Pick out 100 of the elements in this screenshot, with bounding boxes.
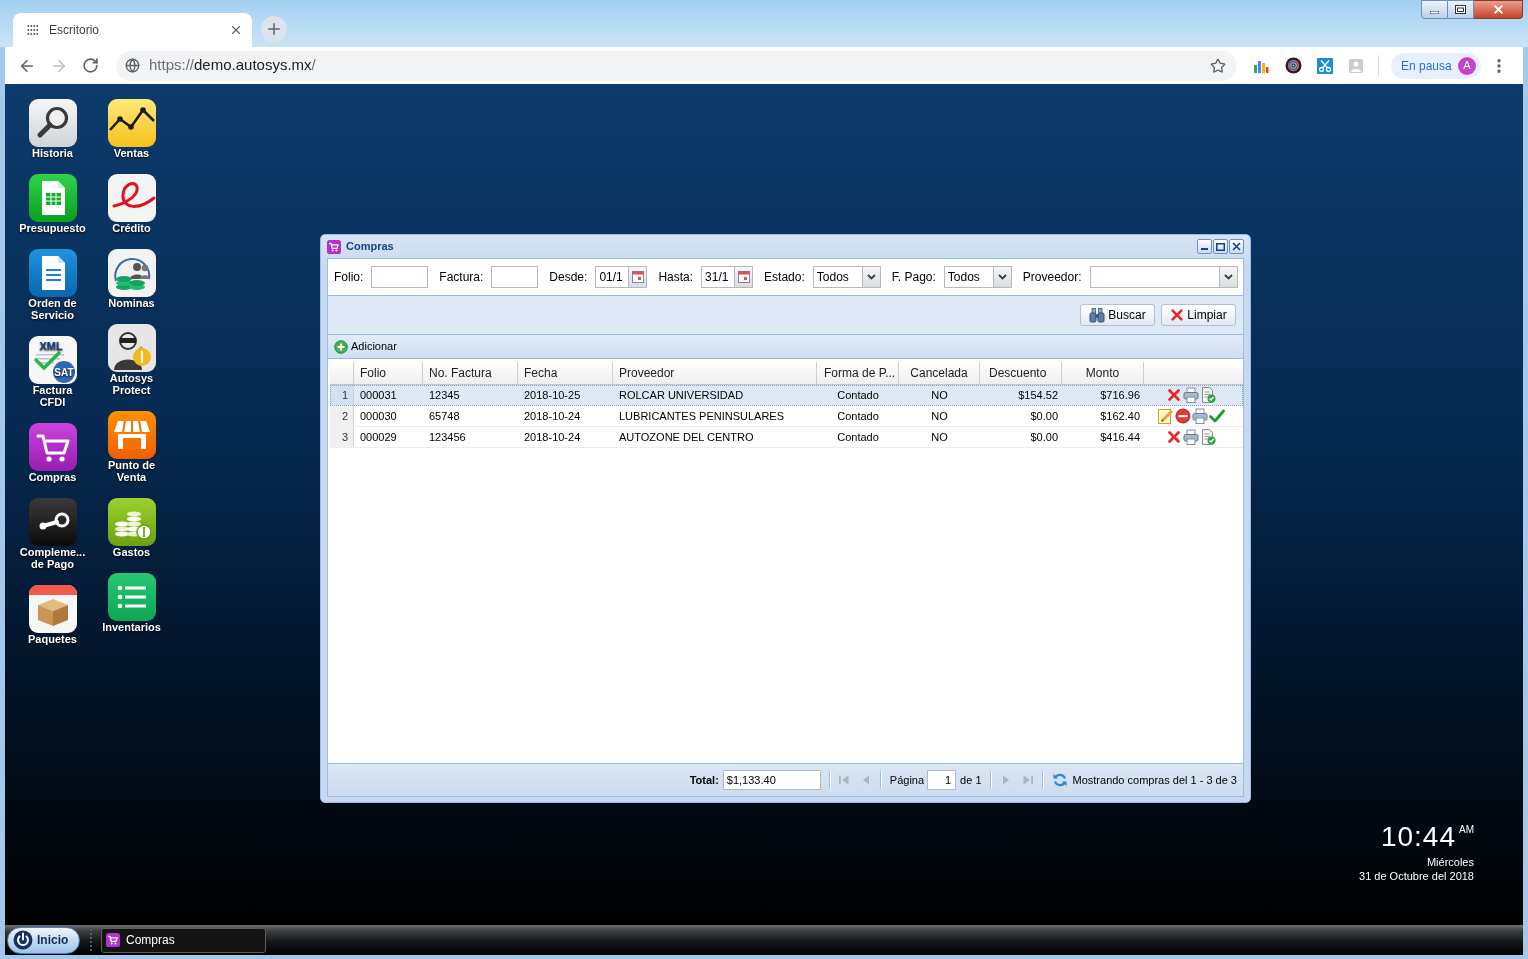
browser-tab[interactable]: Escritorio xyxy=(13,13,252,47)
desktop-shortcut[interactable]: Crédito xyxy=(92,174,171,234)
column-header[interactable]: Monto xyxy=(1062,362,1144,384)
window-title: Compras xyxy=(346,239,394,255)
table-cell-text: $716.96 xyxy=(1099,387,1141,403)
printer-icon[interactable] xyxy=(1183,429,1199,445)
text-field[interactable] xyxy=(371,266,429,288)
desktop-shortcut[interactable]: Orden de Servicio xyxy=(13,249,92,321)
desktop-shortcut[interactable]: Nominas xyxy=(92,249,171,309)
clock-weekday: Miércoles xyxy=(1426,855,1474,869)
document-check-icon[interactable] xyxy=(1200,387,1216,403)
column-header[interactable]: Proveedor xyxy=(613,362,817,384)
cross-icon[interactable] xyxy=(1166,429,1182,445)
desktop-shortcut[interactable]: Inventarios xyxy=(92,573,171,633)
page-field[interactable]: 1 xyxy=(927,770,957,790)
minus-circle-icon[interactable] xyxy=(1174,408,1191,424)
close-tab-button[interactable] xyxy=(229,23,243,37)
table-cell-text: 12345 xyxy=(428,387,461,403)
select-field[interactable]: Todos xyxy=(812,266,863,288)
coin-stacks-icon xyxy=(107,498,156,546)
clear-button[interactable]: Limpiar xyxy=(1161,304,1236,326)
reload-icon[interactable] xyxy=(82,57,99,74)
column-header[interactable]: Fecha xyxy=(518,362,613,384)
close-icon xyxy=(229,23,243,37)
minimize-button[interactable] xyxy=(1197,239,1212,254)
refresh-icon[interactable] xyxy=(1051,772,1068,788)
date-field[interactable]: 31/1 xyxy=(701,266,736,288)
pencil-icon[interactable] xyxy=(1157,408,1174,424)
desktop-shortcut[interactable]: Ventas xyxy=(92,99,171,159)
desktop-shortcut[interactable]: Gastos xyxy=(92,498,171,558)
date-field[interactable]: 01/1 xyxy=(595,266,630,288)
plus-circle-icon xyxy=(334,339,348,354)
printer-icon[interactable] xyxy=(1183,387,1199,403)
select-field[interactable] xyxy=(1089,266,1220,288)
desktop-shortcut[interactable]: Compleme... de Pago xyxy=(13,498,92,570)
clock-meridiem: AM xyxy=(1459,824,1474,836)
document-icon xyxy=(28,249,77,297)
search-button[interactable]: Buscar xyxy=(1080,304,1155,326)
column-header[interactable]: No. Factura xyxy=(423,362,518,384)
table-cell-text: 65748 xyxy=(428,408,461,424)
total-field[interactable]: $1,133.40 xyxy=(722,770,821,790)
new-tab-button[interactable] xyxy=(261,16,287,42)
column-header[interactable]: Cancelada xyxy=(899,362,980,384)
total-label: Total: xyxy=(689,772,719,788)
start-button[interactable]: Inicio xyxy=(7,926,80,954)
table-row[interactable]: 1 000031 12345 2018-10-25 ROLCAR UNIVERSIDAD Contado NO $154.52 $716.96 xyxy=(330,385,1243,406)
table-cell-text: ROLCAR UNIVERSIDAD xyxy=(618,387,745,403)
filter-label: Estado: xyxy=(764,269,805,286)
desktop-shortcut[interactable]: Presupuesto xyxy=(13,174,92,234)
cart-icon xyxy=(106,933,120,947)
masked-figure-icon xyxy=(107,324,156,372)
page-count: de 1 xyxy=(960,772,982,788)
spreadsheet-icon xyxy=(28,174,77,222)
filter-label: Factura: xyxy=(439,269,484,286)
text-field[interactable] xyxy=(491,266,539,288)
calendar-icon xyxy=(737,271,750,283)
bookmark-star-icon[interactable] xyxy=(1210,57,1226,74)
table-cell-text: $154.52 xyxy=(1017,387,1059,403)
table-cell-text: NO xyxy=(930,429,949,445)
chevron-down-icon xyxy=(1223,274,1233,280)
desktop-shortcut[interactable]: XML SAT Factura CFDI xyxy=(13,336,92,408)
check-icon[interactable] xyxy=(1208,408,1225,424)
coins-people-icon xyxy=(107,249,156,297)
desktop-shortcut[interactable]: Compras xyxy=(13,423,92,483)
linkage-icon xyxy=(28,498,77,546)
document-check-icon[interactable] xyxy=(1200,429,1216,445)
page-label: Página xyxy=(889,772,925,788)
date-picker-button[interactable] xyxy=(735,266,754,288)
close-button[interactable] xyxy=(1229,239,1244,254)
add-button[interactable]: Adicionar xyxy=(334,338,397,355)
maximize-button[interactable] xyxy=(1448,0,1474,19)
maximize-button[interactable] xyxy=(1213,239,1228,254)
desktop-shortcut[interactable]: Autosys Protect xyxy=(92,324,171,396)
select-field[interactable]: Todos xyxy=(943,266,994,288)
desktop-shortcut[interactable]: Punto de Venta xyxy=(92,411,171,483)
binoculars-icon xyxy=(1089,307,1106,323)
close-button[interactable] xyxy=(1474,0,1523,19)
target-icon[interactable] xyxy=(1285,57,1302,74)
taskbar-item[interactable]: Compras xyxy=(101,927,266,953)
column-header[interactable]: Forma de P... xyxy=(817,362,899,384)
xml-document-icon: XML SAT xyxy=(28,336,77,384)
table-cell-text: 123456 xyxy=(428,429,467,445)
table-row[interactable]: 2 000030 65748 2018-10-24 LUBRICANTES PENINSULARES Contado NO $0.00 $162.40 xyxy=(330,406,1243,427)
desktop-shortcut[interactable]: Historia xyxy=(13,99,92,159)
printer-icon[interactable] xyxy=(1191,408,1208,424)
desktop-shortcut[interactable]: Paquetes xyxy=(13,585,92,645)
row-number: 1 xyxy=(330,385,354,405)
date-picker-button[interactable] xyxy=(629,266,648,288)
power-icon xyxy=(13,930,33,950)
profile-button[interactable]: En pausa A xyxy=(1391,52,1481,79)
table-row[interactable]: 3 000029 123456 2018-10-24 AUTOZONE DEL CENTRO Contado NO $0.00 $416.44 xyxy=(330,427,1243,448)
table-cell-text: $162.40 xyxy=(1099,408,1141,424)
column-header[interactable]: Descuento xyxy=(980,362,1062,384)
cart-icon xyxy=(28,423,77,471)
line-chart-icon xyxy=(107,99,156,147)
cross-icon[interactable] xyxy=(1166,387,1182,403)
address-bar[interactable]: https://demo.autosys.mx/ xyxy=(116,50,1237,81)
filter-label: Proveedor: xyxy=(1022,269,1082,286)
scissors-icon[interactable] xyxy=(1317,57,1333,74)
column-header[interactable]: Folio xyxy=(354,362,423,384)
